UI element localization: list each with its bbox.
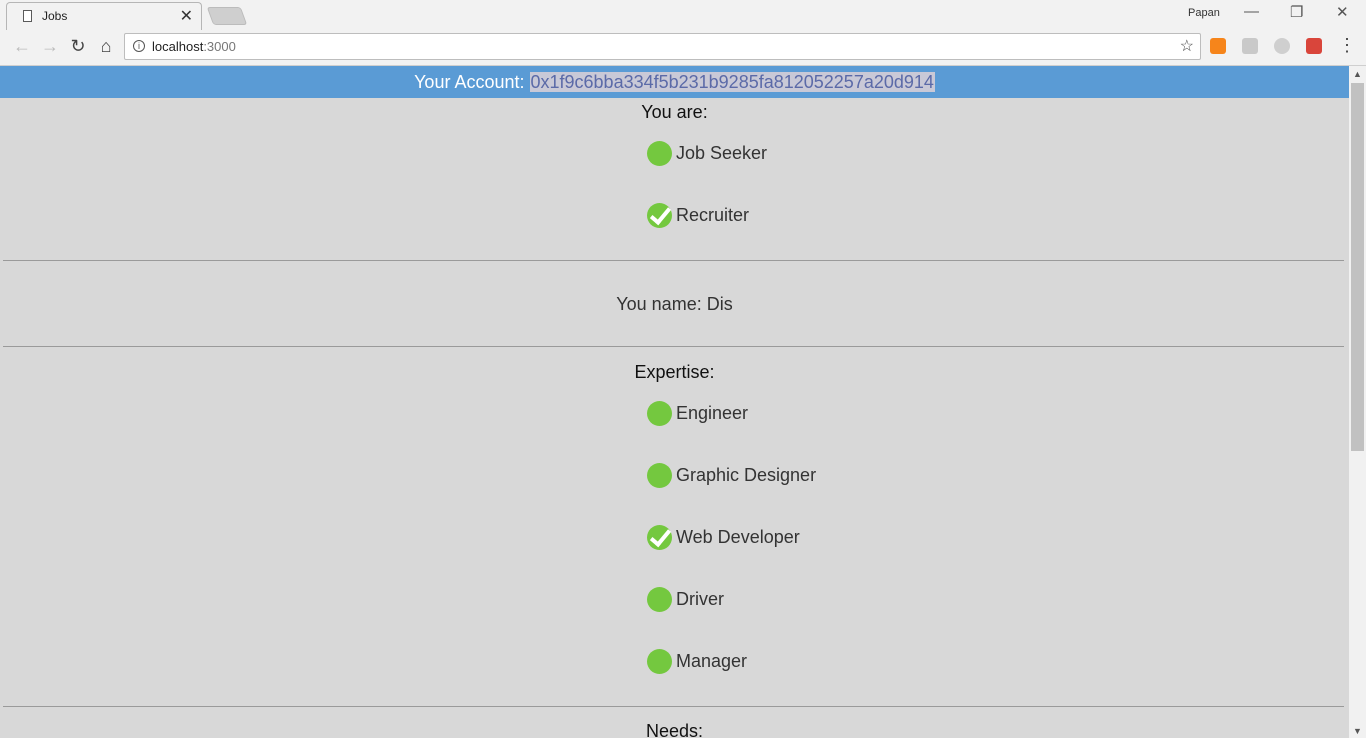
needs-heading: Needs: xyxy=(645,721,704,738)
browser-tab[interactable]: Jobs ✕ xyxy=(6,2,202,30)
divider xyxy=(3,706,1344,707)
tab-title: Jobs xyxy=(42,9,68,23)
user-name: You name: Dis xyxy=(616,294,733,314)
restore-icon[interactable]: ❐ xyxy=(1290,3,1303,21)
radio-graphic-designer[interactable] xyxy=(647,463,672,488)
divider xyxy=(3,346,1344,347)
expertise-label-graphic-designer: Graphic Designer xyxy=(676,465,817,485)
account-label: Your Account: xyxy=(414,72,530,92)
window-close-icon[interactable]: ✕ xyxy=(1336,3,1349,21)
account-bar: Your Account: 0x1f9c6bba334f5b231b9285fa… xyxy=(0,66,1349,98)
minimize-icon[interactable]: — xyxy=(1244,3,1259,20)
browser-menu-icon[interactable]: ⋮ xyxy=(1338,35,1356,56)
page-content: Your Account: 0x1f9c6bba334f5b231b9285fa… xyxy=(0,66,1349,738)
scroll-thumb[interactable] xyxy=(1351,83,1364,451)
settings-extension-icon[interactable] xyxy=(1242,38,1258,54)
address-bar[interactable]: i localhost:3000 ☆ xyxy=(124,33,1201,60)
new-tab-button[interactable] xyxy=(206,7,248,25)
url-text: localhost:3000 xyxy=(152,39,236,54)
reload-icon[interactable]: ↻ xyxy=(66,36,90,57)
radio-recruiter[interactable] xyxy=(647,203,672,228)
bookmark-star-icon[interactable]: ☆ xyxy=(1180,36,1194,56)
scroll-up-arrow-icon[interactable]: ▲ xyxy=(1353,69,1362,79)
browser-tab-strip: Jobs ✕ Papan — ❐ ✕ xyxy=(0,0,1366,30)
expertise-heading: Expertise: xyxy=(634,362,715,382)
expertise-label-web-developer: Web Developer xyxy=(676,527,800,547)
radio-engineer[interactable] xyxy=(647,401,672,426)
role-label-job-seeker: Job Seeker xyxy=(676,143,768,163)
home-icon[interactable]: ⌂ xyxy=(94,36,118,57)
expertise-label-manager: Manager xyxy=(676,651,748,671)
url-host: localhost xyxy=(152,39,204,54)
shield-extension-icon[interactable] xyxy=(1306,38,1322,54)
scroll-down-arrow-icon[interactable]: ▼ xyxy=(1353,726,1362,736)
role-heading: You are: xyxy=(641,102,708,122)
back-icon[interactable]: ← xyxy=(10,36,34,57)
tab-close-icon[interactable]: ✕ xyxy=(180,6,193,26)
profile-name[interactable]: Papan xyxy=(1188,7,1220,19)
expertise-label-driver: Driver xyxy=(676,589,724,609)
url-port: :3000 xyxy=(203,39,236,54)
radio-manager[interactable] xyxy=(647,649,672,674)
circle-extension-icon[interactable] xyxy=(1274,38,1290,54)
radio-job-seeker[interactable] xyxy=(647,141,672,166)
info-icon[interactable]: i xyxy=(133,40,145,52)
page-icon xyxy=(23,10,32,22)
browser-toolbar: ← → ↻ ⌂ i localhost:3000 ☆ ⋮ xyxy=(0,30,1366,66)
radio-driver[interactable] xyxy=(647,587,672,612)
expertise-label-engineer: Engineer xyxy=(676,403,749,423)
account-address[interactable]: 0x1f9c6bba334f5b231b9285fa812052257a20d9… xyxy=(529,72,935,92)
role-label-recruiter: Recruiter xyxy=(676,205,750,225)
forward-icon[interactable]: → xyxy=(38,36,62,57)
radio-web-developer[interactable] xyxy=(647,525,672,550)
metamask-icon[interactable] xyxy=(1210,38,1226,54)
page-scrollbar[interactable]: ▲ ▼ xyxy=(1349,66,1366,738)
divider xyxy=(3,260,1344,261)
